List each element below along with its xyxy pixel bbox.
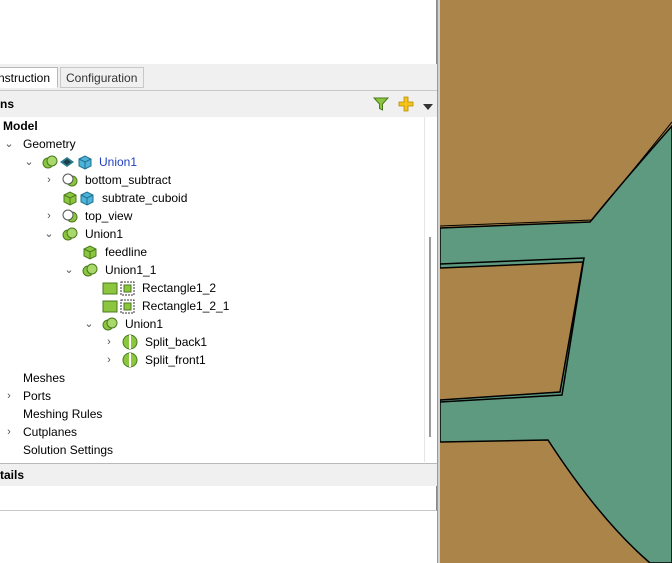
tree-item-union1-inner[interactable]: ⌄ Union1 [0,315,300,333]
tree-item-label: Union1 [125,317,164,331]
tree-item-union1[interactable]: ⌄ Union1 [0,225,300,243]
tree-item-label: subtrate_cuboid [102,191,188,205]
top-blank-area [0,0,437,64]
chevron-right-icon[interactable]: › [44,171,54,189]
chevron-right-icon[interactable]: › [104,333,114,351]
chevron-down-icon[interactable]: ⌄ [24,153,34,171]
tree-item-rectangle1-2-1[interactable]: Rectangle1_2_1 [0,297,300,315]
tree-item-label: Geometry [23,137,76,151]
filter-icon[interactable] [372,96,390,115]
geometry-view [440,0,672,563]
tree-item-bottom-subtract[interactable]: › bottom_subtract [0,171,300,189]
chevron-right-icon[interactable]: › [44,207,54,225]
tree-item-label: Rectangle1_2 [142,281,217,295]
details-header-label: tails [0,468,25,482]
tree-item-meshing-rules[interactable]: Meshing Rules [0,405,200,423]
tree-scrollbar[interactable] [424,117,438,462]
tab-bar: nstruction Configuration [0,64,438,91]
chevron-down-icon[interactable] [423,100,433,114]
tree-item-union1-top[interactable]: ⌄ Union1 [0,153,300,171]
chevron-down-icon[interactable]: ⌄ [44,225,54,243]
tree-item-ports[interactable]: › Ports [0,387,200,405]
chevron-down-icon[interactable]: ⌄ [64,261,74,279]
tree-header: ns [0,91,438,118]
tree-item-cutplanes[interactable]: › Cutplanes [0,423,200,441]
tree-item-label: bottom_subtract [85,173,172,187]
tab-configuration[interactable]: Configuration [60,67,144,88]
tab-construction[interactable]: nstruction [0,67,58,88]
chevron-right-icon[interactable]: › [104,351,114,369]
tree-item-label: Union1_1 [105,263,157,277]
tree-header-label: ns [0,97,15,111]
chevron-right-icon[interactable]: › [4,387,14,405]
tree-item-label: Union1 [85,227,124,241]
tree-item-split-front1[interactable]: › Split_front1 [0,351,300,369]
tree-item-label: Split_front1 [145,353,206,367]
tree-item-label: Cutplanes [23,425,78,439]
tree-item-solution-settings[interactable]: Solution Settings [0,441,200,459]
add-icon[interactable] [398,96,414,115]
tree-item-label: Split_back1 [145,335,208,349]
tree-item-label: Model [3,119,38,133]
tree-item-union1-1[interactable]: ⌄ Union1_1 [0,261,300,279]
tree-item-label: Meshing Rules [23,407,103,421]
tree-item-label: Rectangle1_2_1 [142,299,230,313]
details-panel [0,486,437,511]
tree-item-label: Union1 [99,155,138,169]
3d-viewport[interactable] [440,0,672,563]
tree-item-top-view[interactable]: › top_view [0,207,300,225]
tree-item-rectangle1-2[interactable]: Rectangle1_2 [0,279,300,297]
tree-item-model[interactable]: Model [0,117,200,135]
tree-item-label: Ports [23,389,52,403]
tree-item-label: Solution Settings [23,443,114,457]
model-tree: Model ⌄ Geometry ⌄ Union1 › bottom_subtr… [0,117,424,462]
tree-item-split-back1[interactable]: › Split_back1 [0,333,300,351]
scrollbar-thumb[interactable] [429,237,431,437]
tree-item-label: Meshes [23,371,66,385]
chevron-right-icon[interactable]: › [4,423,14,441]
details-header: tails [0,463,438,487]
tree-item-geometry[interactable]: ⌄ Geometry [0,135,200,153]
chevron-down-icon[interactable]: ⌄ [84,315,94,333]
tree-item-label: top_view [85,209,133,223]
tree-item-meshes[interactable]: Meshes [0,369,200,387]
chevron-down-icon[interactable]: ⌄ [4,135,14,153]
tree-item-subtrate-cuboid[interactable]: subtrate_cuboid [0,189,300,207]
blank-area [0,511,438,563]
project-panel: nstruction Configuration ns Model ⌄ Geom… [0,0,438,563]
tree-item-label: feedline [105,245,148,259]
tree-item-feedline[interactable]: feedline [0,243,300,261]
